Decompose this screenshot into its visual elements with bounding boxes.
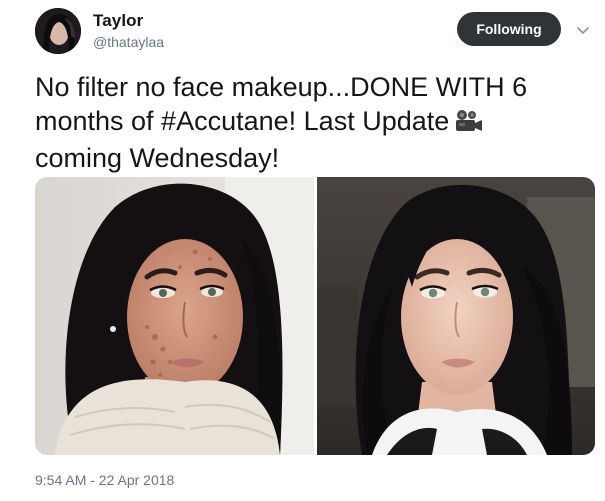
user-handle[interactable]: @thataylaa [93, 34, 164, 50]
user-name[interactable]: Taylor [93, 11, 143, 31]
avatar-image [35, 8, 81, 54]
tweet-timestamp[interactable]: 9:54 AM - 22 Apr 2018 [35, 472, 174, 488]
following-button[interactable]: Following [457, 12, 561, 46]
avatar[interactable] [35, 8, 81, 54]
tweet-text-tail: coming Wednesday! [35, 143, 280, 173]
chevron-down-icon[interactable] [575, 22, 591, 38]
tweet-photo-before[interactable] [35, 177, 314, 455]
tweet-card: Taylor @thataylaa Following No filter no… [0, 0, 605, 501]
tweet-text: No filter no face makeup...DONE WITH 6 m… [35, 70, 595, 175]
tweet-photo-after[interactable] [317, 177, 595, 455]
movie-camera-icon [453, 107, 483, 141]
photo-after-image [317, 177, 595, 455]
photo-before-image [35, 177, 314, 455]
